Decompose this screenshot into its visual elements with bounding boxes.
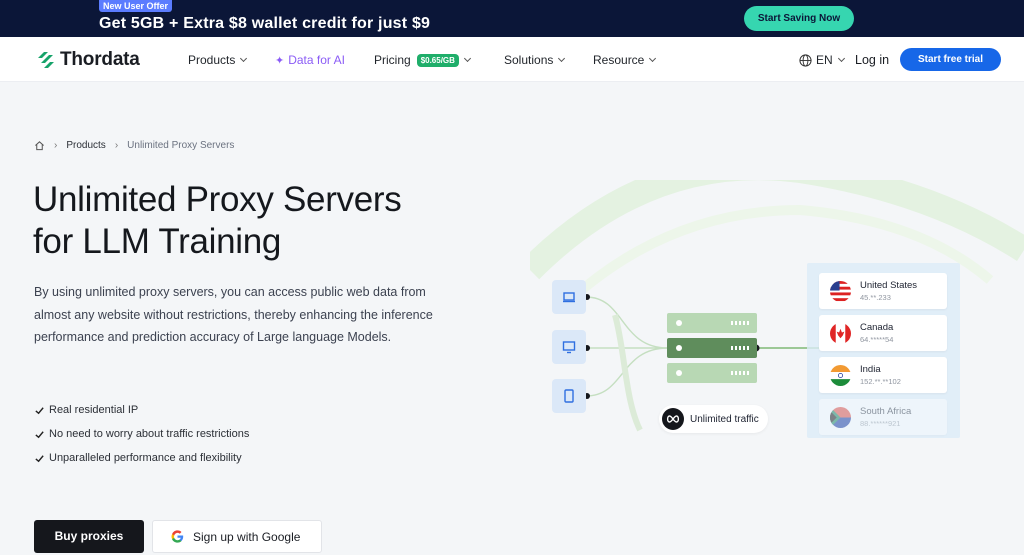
country-ip: 152.**.**102 (860, 376, 901, 386)
title-line-1: Unlimited Proxy Servers (33, 180, 402, 219)
promo-text: Get 5GB + Extra $8 wallet credit for jus… (99, 15, 431, 32)
google-signup-label: Sign up with Google (193, 529, 301, 544)
sparkle-icon: ✦ (275, 54, 285, 67)
server-unit (667, 313, 757, 333)
country-card-canada: Canada 64.*****54 (819, 315, 947, 351)
page-title: Unlimited Proxy Servers for LLM Training (33, 179, 503, 263)
breadcrumb-products[interactable]: Products (66, 140, 105, 151)
server-unit-active (667, 338, 757, 358)
feature-text: No need to worry about traffic restricti… (49, 428, 250, 440)
check-icon (35, 406, 44, 414)
unlimited-traffic-badge: Unlimited traffic (659, 405, 768, 433)
breadcrumb-current: Unlimited Proxy Servers (127, 140, 235, 151)
country-ip: 88.******921 (860, 418, 901, 428)
feature-item: Unparalleled performance and flexibility (34, 446, 249, 470)
google-signup-button[interactable]: Sign up with Google (152, 520, 322, 553)
feature-text: Real residential IP (49, 404, 139, 416)
globe-icon (799, 53, 812, 67)
nav-solutions-label: Solutions (504, 53, 554, 67)
nav-data-for-ai-label: Data for AI (288, 53, 345, 67)
chevron-down-icon (558, 54, 566, 63)
top-nav: Thordata Products ✦ Data for AI Pricing … (0, 37, 1024, 82)
us-flag-icon (830, 280, 851, 302)
chevron-down-icon (649, 54, 657, 63)
country-name: United States (860, 279, 918, 291)
server-unit (667, 363, 757, 383)
thordata-logo-icon (38, 52, 54, 68)
country-card-us: United States 45.**.233 (819, 273, 947, 309)
country-ip: 45.**.233 (860, 292, 891, 302)
new-user-badge: New User Offer (99, 0, 173, 12)
south-africa-flag-icon (830, 406, 851, 428)
laptop-device-icon (552, 280, 586, 314)
nav-data-for-ai[interactable]: ✦ Data for AI (275, 53, 345, 67)
price-badge: $0.65/GB (416, 53, 459, 67)
title-line-2: for LLM Training (33, 222, 282, 261)
traffic-label: Unlimited traffic (690, 413, 759, 425)
country-card-south-africa: South Africa 88.******921 (819, 399, 947, 435)
country-name: South Africa (860, 405, 912, 417)
home-icon[interactable] (34, 140, 45, 151)
country-ip: 64.*****54 (860, 334, 894, 344)
nav-products[interactable]: Products (188, 53, 248, 67)
start-free-trial-button[interactable]: Start free trial (900, 48, 1001, 71)
google-icon (171, 530, 184, 543)
chevron-down-icon (463, 54, 471, 63)
language-selector[interactable]: EN (799, 53, 845, 67)
infinity-icon (662, 408, 684, 430)
breadcrumb: › Products › Unlimited Proxy Servers (34, 140, 234, 151)
feature-list: Real residential IP No need to worry abo… (34, 398, 249, 470)
hero-description: By using unlimited proxy servers, you ca… (34, 285, 433, 344)
nav-solutions[interactable]: Solutions (504, 53, 566, 67)
country-name: India (860, 363, 881, 375)
nav-pricing[interactable]: Pricing $0.65/GB (374, 53, 471, 67)
chevron-down-icon (240, 54, 248, 63)
tablet-device-icon (552, 379, 586, 413)
brand-logo[interactable]: Thordata (35, 49, 140, 71)
chevron-down-icon (837, 54, 845, 63)
check-icon (35, 430, 44, 438)
country-card-india: India 152.**.**102 (819, 357, 947, 393)
feature-item: No need to worry about traffic restricti… (34, 422, 249, 446)
nav-resource[interactable]: Resource (593, 53, 657, 67)
nav-products-label: Products (188, 53, 236, 67)
feature-text: Unparalleled performance and flexibility (49, 452, 242, 464)
login-link[interactable]: Log in (855, 53, 889, 67)
nav-pricing-label: Pricing (374, 53, 411, 67)
brand-name: Thordata (60, 49, 140, 70)
country-name: Canada (860, 321, 894, 333)
chevron-right-icon: › (54, 140, 58, 151)
chevron-right-icon: › (114, 140, 119, 151)
india-flag-icon (830, 364, 851, 386)
promo-banner: New User Offer Get 5GB + Extra $8 wallet… (0, 0, 1024, 37)
canada-flag-icon (830, 322, 851, 344)
start-saving-button[interactable]: Start Saving Now (744, 6, 854, 31)
check-icon (35, 454, 44, 462)
monitor-device-icon (552, 330, 586, 364)
feature-item: Real residential IP (34, 398, 249, 422)
language-label: EN (816, 53, 833, 67)
nav-resource-label: Resource (593, 53, 645, 67)
buy-proxies-button[interactable]: Buy proxies (34, 520, 144, 553)
